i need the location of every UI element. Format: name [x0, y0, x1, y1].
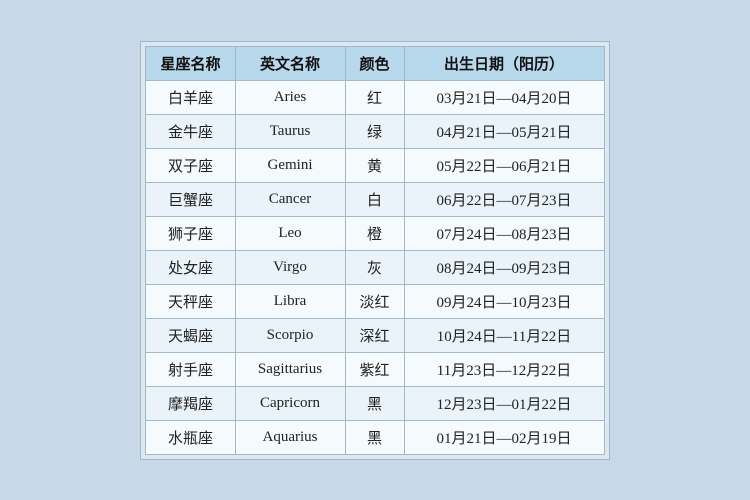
- cell-color: 红: [345, 80, 404, 114]
- header-english: 英文名称: [235, 46, 345, 80]
- cell-date: 09月24日—10月23日: [404, 284, 604, 318]
- cell-date: 01月21日—02月19日: [404, 420, 604, 454]
- cell-color: 黑: [345, 420, 404, 454]
- cell-english: Aquarius: [235, 420, 345, 454]
- table-row: 天秤座Libra淡红09月24日—10月23日: [146, 284, 604, 318]
- table-row: 射手座Sagittarius紫红11月23日—12月22日: [146, 352, 604, 386]
- table-row: 巨蟹座Cancer白06月22日—07月23日: [146, 182, 604, 216]
- table-row: 双子座Gemini黄05月22日—06月21日: [146, 148, 604, 182]
- cell-english: Cancer: [235, 182, 345, 216]
- cell-date: 04月21日—05月21日: [404, 114, 604, 148]
- cell-english: Taurus: [235, 114, 345, 148]
- cell-english: Virgo: [235, 250, 345, 284]
- cell-date: 11月23日—12月22日: [404, 352, 604, 386]
- cell-english: Capricorn: [235, 386, 345, 420]
- cell-date: 06月22日—07月23日: [404, 182, 604, 216]
- cell-color: 灰: [345, 250, 404, 284]
- cell-date: 05月22日—06月21日: [404, 148, 604, 182]
- cell-chinese: 天秤座: [146, 284, 235, 318]
- cell-color: 黄: [345, 148, 404, 182]
- cell-chinese: 处女座: [146, 250, 235, 284]
- cell-color: 绿: [345, 114, 404, 148]
- cell-date: 12月23日—01月22日: [404, 386, 604, 420]
- header-color: 颜色: [345, 46, 404, 80]
- cell-color: 橙: [345, 216, 404, 250]
- cell-color: 深红: [345, 318, 404, 352]
- cell-date: 03月21日—04月20日: [404, 80, 604, 114]
- cell-color: 白: [345, 182, 404, 216]
- cell-english: Gemini: [235, 148, 345, 182]
- cell-date: 07月24日—08月23日: [404, 216, 604, 250]
- table-row: 白羊座Aries红03月21日—04月20日: [146, 80, 604, 114]
- cell-chinese: 巨蟹座: [146, 182, 235, 216]
- header-chinese: 星座名称: [146, 46, 235, 80]
- table-row: 天蝎座Scorpio深红10月24日—11月22日: [146, 318, 604, 352]
- zodiac-table: 星座名称 英文名称 颜色 出生日期（阳历） 白羊座Aries红03月21日—04…: [145, 46, 604, 455]
- cell-chinese: 天蝎座: [146, 318, 235, 352]
- cell-chinese: 白羊座: [146, 80, 235, 114]
- header-date: 出生日期（阳历）: [404, 46, 604, 80]
- cell-color: 紫红: [345, 352, 404, 386]
- cell-chinese: 金牛座: [146, 114, 235, 148]
- cell-chinese: 射手座: [146, 352, 235, 386]
- cell-color: 淡红: [345, 284, 404, 318]
- table-row: 处女座Virgo灰08月24日—09月23日: [146, 250, 604, 284]
- cell-chinese: 双子座: [146, 148, 235, 182]
- cell-date: 10月24日—11月22日: [404, 318, 604, 352]
- cell-english: Libra: [235, 284, 345, 318]
- table-header-row: 星座名称 英文名称 颜色 出生日期（阳历）: [146, 46, 604, 80]
- table-row: 金牛座Taurus绿04月21日—05月21日: [146, 114, 604, 148]
- cell-english: Aries: [235, 80, 345, 114]
- table-row: 狮子座Leo橙07月24日—08月23日: [146, 216, 604, 250]
- cell-color: 黑: [345, 386, 404, 420]
- table-row: 水瓶座Aquarius黑01月21日—02月19日: [146, 420, 604, 454]
- cell-english: Scorpio: [235, 318, 345, 352]
- table-row: 摩羯座Capricorn黑12月23日—01月22日: [146, 386, 604, 420]
- cell-chinese: 水瓶座: [146, 420, 235, 454]
- cell-english: Sagittarius: [235, 352, 345, 386]
- cell-date: 08月24日—09月23日: [404, 250, 604, 284]
- cell-english: Leo: [235, 216, 345, 250]
- cell-chinese: 摩羯座: [146, 386, 235, 420]
- zodiac-table-container: 星座名称 英文名称 颜色 出生日期（阳历） 白羊座Aries红03月21日—04…: [140, 41, 609, 460]
- cell-chinese: 狮子座: [146, 216, 235, 250]
